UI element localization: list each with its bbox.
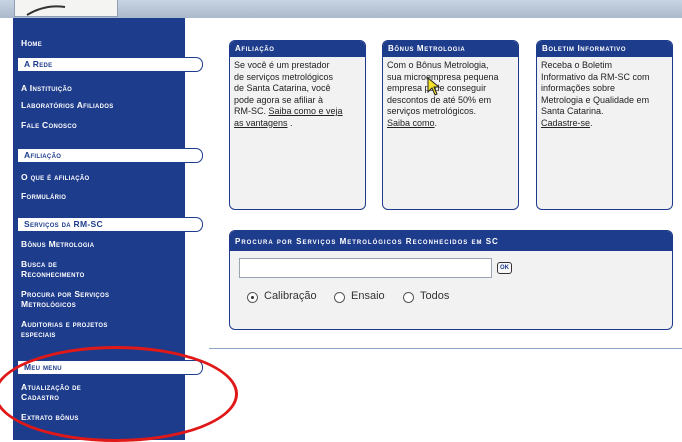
panel-boletim-informativo: Boletim Informativo Receba o Boletim Inf… <box>536 40 673 210</box>
search-panel: Procura por Serviços Metrológicos Reconh… <box>229 230 673 330</box>
section-meu-menu: Meu menu <box>17 360 203 375</box>
radio-label-calibracao[interactable]: Calibração <box>264 290 317 302</box>
logo[interactable] <box>14 0 118 17</box>
top-banner <box>0 0 682 18</box>
nav-home[interactable]: Home <box>21 38 42 48</box>
nav-laboratorios-afiliados[interactable]: Laboratórios Afiliados <box>21 100 114 110</box>
section-servicos: Serviços da RM-SC <box>17 217 203 232</box>
nav-atualizacao-cadastro[interactable]: Atualização de <box>21 382 81 392</box>
radio-label-ensaio[interactable]: Ensaio <box>351 290 385 302</box>
saiba-como-link[interactable]: Saiba como e veja <box>269 106 343 116</box>
nav-o-que-e-afiliacao[interactable]: O que é afiliação <box>21 172 89 182</box>
nav-auditorias-2[interactable]: especiais <box>21 329 56 339</box>
panel-bonus-metrologia: Bônus Metrologia Com o Bônus Metrologia,… <box>382 40 519 210</box>
radio-calibracao[interactable] <box>247 292 258 303</box>
saiba-como-link[interactable]: Saiba como <box>387 118 435 128</box>
section-title: Serviços da RM-SC <box>24 219 103 229</box>
nav-atualizacao-cadastro-2[interactable]: Cadastro <box>21 392 59 402</box>
search-input[interactable] <box>239 258 492 278</box>
radio-label-todos[interactable]: Todos <box>420 290 449 302</box>
section-title: Afiliação <box>24 150 62 160</box>
radio-ensaio[interactable] <box>334 292 345 303</box>
nav-formulario[interactable]: Formulário <box>21 191 66 201</box>
nav-extrato-bonus[interactable]: Extrato bônus <box>21 412 79 422</box>
sidebar-nav: Home A Rede A Instituição Laboratórios A… <box>13 18 203 440</box>
panel-afiliacao: Afiliação Se você é um prestador de serv… <box>229 40 366 210</box>
logo-icon <box>26 5 66 16</box>
panel-title: Afiliação <box>230 41 365 57</box>
search-panel-title: Procura por Serviços Metrológicos Reconh… <box>230 231 672 251</box>
nav-busca-reconhecimento[interactable]: Busca de <box>21 259 57 269</box>
section-title: Meu menu <box>24 362 62 372</box>
panel-title: Boletim Informativo <box>537 41 672 57</box>
ok-button[interactable]: OK <box>497 262 512 274</box>
section-title: A Rede <box>24 59 53 69</box>
vantagens-link[interactable]: as vantagens <box>234 118 288 128</box>
section-a-rede: A Rede <box>17 57 203 72</box>
nav-procura-servicos[interactable]: Procura por Serviços <box>21 289 109 299</box>
nav-bonus-metrologia[interactable]: Bônus Metrologia <box>21 239 94 249</box>
pointer-cursor-icon <box>427 77 441 96</box>
radio-todos[interactable] <box>403 292 414 303</box>
panel-text: Receba o Boletim Informativo da RM-SC co… <box>541 60 650 128</box>
nav-auditorias[interactable]: Auditorias e projetos <box>21 319 108 329</box>
panel-text: Se você é um prestador de serviços metro… <box>234 60 343 128</box>
cadastre-se-link[interactable]: Cadastre-se <box>541 118 590 128</box>
panel-title: Bônus Metrologia <box>383 41 518 57</box>
nav-busca-reconhecimento-2[interactable]: Reconhecimento <box>21 269 85 279</box>
nav-procura-servicos-2[interactable]: Metrológicos <box>21 299 76 309</box>
content-divider <box>209 348 682 349</box>
section-afiliacao: Afiliação <box>17 148 203 163</box>
nav-fale-conosco[interactable]: Fale Conosco <box>21 120 77 130</box>
nav-a-instituicao[interactable]: A Instituição <box>21 83 72 93</box>
panel-text: Com o Bônus Metrologia, sua microempresa… <box>387 60 499 128</box>
